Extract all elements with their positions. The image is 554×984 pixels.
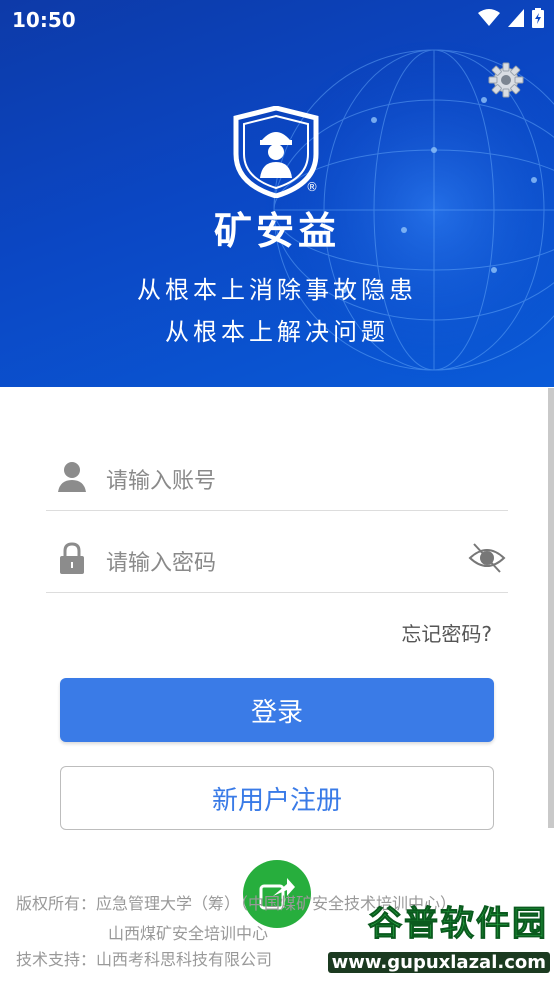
register-button[interactable]: 新用户注册 xyxy=(60,766,494,830)
forgot-password-link[interactable]: 忘记密码? xyxy=(401,618,492,647)
status-bar: 10:50 xyxy=(0,0,554,40)
header-banner: 10:50 ® 矿安益 从根本上消除事故隐患 从根本上解决问题 xyxy=(0,0,554,387)
eye-off-icon[interactable] xyxy=(468,540,506,576)
user-icon xyxy=(58,462,86,492)
registered-mark: ® xyxy=(306,180,318,194)
brand-name: 矿安益 xyxy=(213,209,340,253)
watermark: 谷普软件园 www.gupuxlazal.com xyxy=(304,896,554,984)
slogan-line-2: 从根本上解决问题 xyxy=(165,318,389,346)
password-field[interactable]: 请输入密码 xyxy=(46,512,508,593)
copyright-text-line2: 山西煤矿安全培训中心 xyxy=(108,924,269,943)
status-time: 10:50 xyxy=(12,8,76,32)
slogan-line-1: 从根本上消除事故隐患 xyxy=(137,276,417,304)
wifi-icon xyxy=(478,9,500,26)
account-field[interactable]: 请输入账号 xyxy=(46,430,508,511)
scrollbar[interactable] xyxy=(548,388,554,828)
watermark-title: 谷普软件园 xyxy=(368,904,548,945)
account-input[interactable]: 请输入账号 xyxy=(106,463,216,495)
password-input[interactable]: 请输入密码 xyxy=(106,545,216,577)
lock-icon xyxy=(60,542,84,574)
login-button[interactable]: 登录 xyxy=(60,678,494,742)
tech-support-text: 技术支持：山西考科思科技有限公司 xyxy=(16,950,273,969)
watermark-url: www.gupuxlazal.com xyxy=(327,952,550,973)
signal-icon xyxy=(508,9,524,27)
settings-gear-icon[interactable] xyxy=(488,62,524,98)
battery-icon xyxy=(532,8,544,28)
